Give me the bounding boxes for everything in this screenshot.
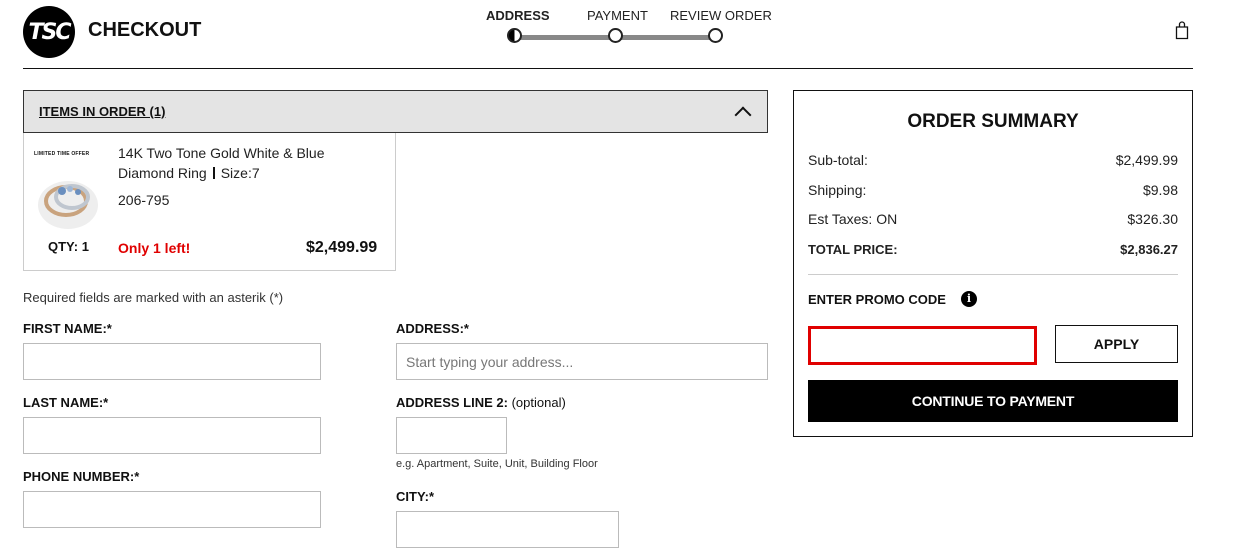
items-in-order-toggle[interactable]: ITEMS IN ORDER (1) [23,90,768,133]
step-label-address: ADDRESS [486,8,550,23]
separator [212,167,215,179]
shipping-value: $9.98 [1142,182,1178,198]
address-line-2-label: ADDRESS LINE 2: (optional) [396,395,566,410]
promo-code-field[interactable] [808,326,1037,365]
promo-code-input[interactable] [811,329,1034,362]
address-field[interactable] [396,343,768,380]
city-field[interactable] [396,511,619,548]
phone-number-input[interactable] [24,492,320,527]
address-line-2-input[interactable] [397,418,506,453]
order-summary-title: ORDER SUMMARY [907,111,1079,132]
step-dot-address [507,28,522,43]
first-name-input[interactable] [24,344,320,379]
city-input[interactable] [397,512,618,547]
limited-time-offer-badge: LIMITED TIME OFFER [34,151,90,157]
taxes-row: Est Taxes: ON $326.30 [808,211,1178,227]
shopping-bag-icon[interactable] [1175,21,1189,40]
subtotal-row: Sub-total: $2,499.99 [808,152,1178,168]
item-price: $2,499.99 [306,239,378,256]
taxes-value: $326.30 [1127,211,1178,227]
last-name-field[interactable] [23,417,321,454]
total-label: TOTAL PRICE: [808,242,898,257]
phone-number-label: PHONE NUMBER:* [23,469,140,484]
stock-warning: Only 1 left! [118,240,191,256]
first-name-label: FIRST NAME:* [23,321,112,336]
address-input[interactable] [397,344,767,379]
item-sku: 206-795 [118,192,170,208]
address-line-2-hint: e.g. Apartment, Suite, Unit, Building Fl… [396,458,598,470]
info-icon[interactable]: i [961,291,977,307]
address-line-2-field[interactable] [396,417,507,454]
page-title: CHECKOUT [88,19,202,41]
summary-divider [808,274,1178,275]
subtotal-value: $2,499.99 [1115,152,1178,168]
step-dot-payment [608,28,623,43]
header-divider [23,68,1193,69]
address-line-2-label-text: ADDRESS LINE 2: [396,395,508,410]
taxes-label: Est Taxes: ON [808,211,898,227]
phone-number-field[interactable] [23,491,321,528]
logo-text: TSC [28,19,72,45]
shipping-row: Shipping: $9.98 [808,182,1178,198]
chevron-up-icon[interactable] [734,106,752,124]
step-label-payment: PAYMENT [587,8,648,23]
step-dot-review-order [708,28,723,43]
required-fields-note: Required fields are marked with an aster… [23,290,284,305]
tsc-logo[interactable]: TSC [23,6,75,58]
order-item-card: LIMITED TIME OFFER 14K Two Tone Gold Whi… [23,133,396,271]
last-name-label: LAST NAME:* [23,395,109,410]
subtotal-label: Sub-total: [808,152,868,168]
product-image[interactable] [32,145,104,233]
apply-button[interactable]: APPLY [1055,325,1178,363]
last-name-input[interactable] [24,418,320,453]
shipping-label: Shipping: [808,182,867,198]
item-name-block: 14K Two Tone Gold White & Blue Diamond R… [118,143,378,183]
step-label-review-order: REVIEW ORDER [670,8,772,23]
item-quantity: QTY: 1 [48,239,89,254]
city-label: CITY:* [396,489,435,504]
continue-to-payment-button[interactable]: CONTINUE TO PAYMENT [808,380,1178,422]
total-value: $2,836.27 [1120,242,1178,257]
item-size: Size:7 [220,165,260,181]
total-row: TOTAL PRICE: $2,836.27 [808,242,1178,257]
address-label: ADDRESS:* [396,321,469,336]
first-name-field[interactable] [23,343,321,380]
promo-code-label: ENTER PROMO CODE [808,292,946,307]
optional-tag: (optional) [511,395,566,410]
items-in-order-heading[interactable]: ITEMS IN ORDER (1) [39,104,165,119]
order-summary-panel: ORDER SUMMARY Sub-total: $2,499.99 Shipp… [793,90,1193,437]
